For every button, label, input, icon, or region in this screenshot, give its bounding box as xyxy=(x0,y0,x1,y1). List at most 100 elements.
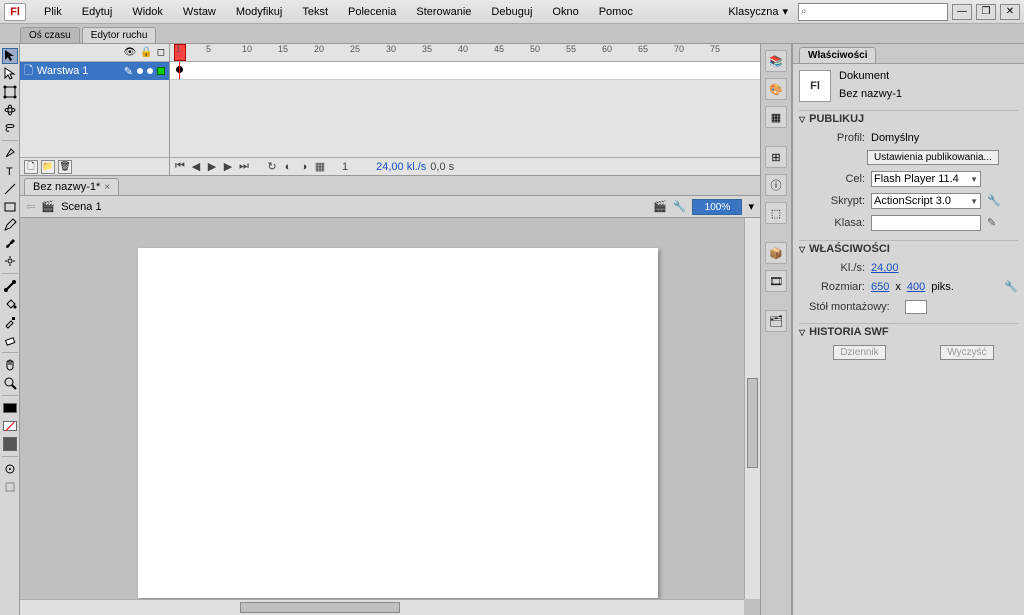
scene-name[interactable]: Scena 1 xyxy=(61,201,101,213)
lasso-tool[interactable] xyxy=(2,120,18,136)
dock-motion-presets-icon[interactable]: 🎞 xyxy=(765,270,787,292)
menu-debuguj[interactable]: Debuguj xyxy=(481,0,542,24)
fill-color[interactable] xyxy=(2,418,18,434)
line-tool[interactable] xyxy=(2,181,18,197)
layer-visible-dot[interactable] xyxy=(137,68,143,74)
menu-polecenia[interactable]: Polecenia xyxy=(338,0,406,24)
minimize-button[interactable]: — xyxy=(952,4,972,20)
menu-modyfikuj[interactable]: Modyfikuj xyxy=(226,0,292,24)
layer-outline-box[interactable] xyxy=(157,67,165,75)
publish-settings-button[interactable]: Ustawienia publikowania... xyxy=(867,150,999,165)
timeline-ruler[interactable]: 1 5 10 15 20 25 30 35 40 45 50 55 60 65 … xyxy=(170,44,760,62)
onion-skin-outlines-button[interactable]: ◑ xyxy=(298,161,310,173)
script-select[interactable]: ActionScript 3.0 ▼ xyxy=(871,193,981,209)
menu-wstaw[interactable]: Wstaw xyxy=(173,0,226,24)
frames-row[interactable] xyxy=(170,62,760,80)
menu-plik[interactable]: Plik xyxy=(34,0,72,24)
dock-align-icon[interactable]: ⊞ xyxy=(765,146,787,168)
menu-okno[interactable]: Okno xyxy=(542,0,588,24)
maximize-button[interactable]: ❐ xyxy=(976,4,996,20)
menu-edytuj[interactable]: Edytuj xyxy=(72,0,123,24)
loop-button[interactable]: ↻ xyxy=(266,161,278,173)
text-tool[interactable]: T xyxy=(2,163,18,179)
dock-info-icon[interactable]: ⓘ xyxy=(765,174,787,196)
new-layer-button[interactable]: 🗋 xyxy=(24,160,38,174)
hand-tool[interactable] xyxy=(2,357,18,373)
tab-timeline[interactable]: Oś czasu xyxy=(20,27,80,43)
onion-skin-button[interactable]: ◐ xyxy=(282,161,294,173)
play-button[interactable]: ▶ xyxy=(206,161,218,173)
menu-sterowanie[interactable]: Sterowanie xyxy=(406,0,481,24)
brush-tool[interactable] xyxy=(2,235,18,251)
edit-symbols-icon[interactable]: 🔧 xyxy=(673,200,687,213)
section-properties[interactable]: ▽ WŁAŚCIWOŚCI xyxy=(799,240,1018,257)
tool-options[interactable] xyxy=(2,479,18,495)
outline-icon[interactable]: ◻ xyxy=(157,47,165,58)
close-button[interactable]: ✕ xyxy=(1000,4,1020,20)
search-input[interactable]: ⌕ xyxy=(798,3,948,21)
size-height[interactable]: 400 xyxy=(907,281,925,293)
vertical-scrollbar[interactable] xyxy=(744,218,760,599)
edit-multiple-frames-button[interactable]: ▦ xyxy=(314,161,326,173)
fps-value[interactable]: 24,00 xyxy=(871,262,899,274)
pencil-tool[interactable] xyxy=(2,217,18,233)
section-publish[interactable]: ▽ PUBLIKUJ xyxy=(799,110,1018,127)
class-input[interactable] xyxy=(871,215,981,231)
subselection-tool[interactable] xyxy=(2,66,18,82)
tab-properties[interactable]: Właściwości xyxy=(799,47,876,63)
pencil-icon[interactable]: ✎ xyxy=(987,216,1001,230)
deco-tool[interactable] xyxy=(2,253,18,269)
eyedropper-tool[interactable] xyxy=(2,314,18,330)
swap-colors[interactable] xyxy=(2,436,18,452)
edit-scene-icon[interactable]: 🎬 xyxy=(653,200,667,213)
log-button[interactable]: Dziennik xyxy=(833,345,885,360)
selection-tool[interactable] xyxy=(2,48,18,64)
eraser-tool[interactable] xyxy=(2,332,18,348)
wrench-icon[interactable]: 🔧 xyxy=(987,194,1001,208)
last-frame-button[interactable]: ⏭ xyxy=(238,161,250,173)
next-frame-button[interactable]: ▶ xyxy=(222,161,234,173)
tab-motion-editor[interactable]: Edytor ruchu xyxy=(82,27,157,43)
dock-transform-icon[interactable]: ⬚ xyxy=(765,202,787,224)
stroke-color[interactable] xyxy=(2,400,18,416)
dock-components-icon[interactable]: 📦 xyxy=(765,242,787,264)
scrollbar-thumb[interactable] xyxy=(747,378,758,468)
target-select[interactable]: Flash Player 11.4 ▼ xyxy=(871,171,981,187)
dock-library-icon[interactable]: 📚 xyxy=(765,50,787,72)
zoom-tool[interactable] xyxy=(2,375,18,391)
horizontal-scrollbar[interactable] xyxy=(20,599,744,615)
3d-rotation-tool[interactable] xyxy=(2,102,18,118)
pen-tool[interactable] xyxy=(2,145,18,161)
clear-button[interactable]: Wyczyść xyxy=(940,345,993,360)
back-icon[interactable]: ⇦ xyxy=(26,200,35,213)
menu-widok[interactable]: Widok xyxy=(122,0,173,24)
document-tab[interactable]: Bez nazwy-1* × xyxy=(24,178,119,195)
paint-bucket-tool[interactable] xyxy=(2,296,18,312)
section-swf-history[interactable]: ▽ HISTORIA SWF xyxy=(799,323,1018,340)
stage[interactable] xyxy=(138,248,658,598)
rectangle-tool[interactable] xyxy=(2,199,18,215)
close-tab-icon[interactable]: × xyxy=(104,182,110,193)
menu-tekst[interactable]: Tekst xyxy=(292,0,338,24)
zoom-dropdown-icon[interactable]: ▾ xyxy=(748,200,754,213)
zoom-level[interactable]: 100% xyxy=(692,199,742,215)
lock-icon[interactable]: 🔒 xyxy=(140,47,152,58)
snap-to-objects[interactable] xyxy=(2,461,18,477)
bone-tool[interactable] xyxy=(2,278,18,294)
prev-frame-button[interactable]: ◀ xyxy=(190,161,202,173)
wrench-icon[interactable]: 🔧 xyxy=(1004,280,1018,294)
dock-color-icon[interactable]: 🎨 xyxy=(765,78,787,100)
eye-icon[interactable]: 👁 xyxy=(124,47,137,58)
workspace-switcher[interactable]: Klasyczna ▾ xyxy=(722,5,794,18)
layer-lock-dot[interactable] xyxy=(147,68,153,74)
dock-swatches-icon[interactable]: ▦ xyxy=(765,106,787,128)
layer-row[interactable]: 🗋 Warstwa 1 ✎ xyxy=(20,62,169,80)
delete-layer-button[interactable]: 🗑 xyxy=(58,160,72,174)
free-transform-tool[interactable] xyxy=(2,84,18,100)
size-width[interactable]: 650 xyxy=(871,281,889,293)
menu-pomoc[interactable]: Pomoc xyxy=(589,0,643,24)
dock-project-icon[interactable]: 🗂 xyxy=(765,310,787,332)
new-folder-button[interactable]: 📁 xyxy=(41,160,55,174)
scrollbar-thumb[interactable] xyxy=(240,602,400,613)
stage-color-swatch[interactable] xyxy=(905,300,927,314)
